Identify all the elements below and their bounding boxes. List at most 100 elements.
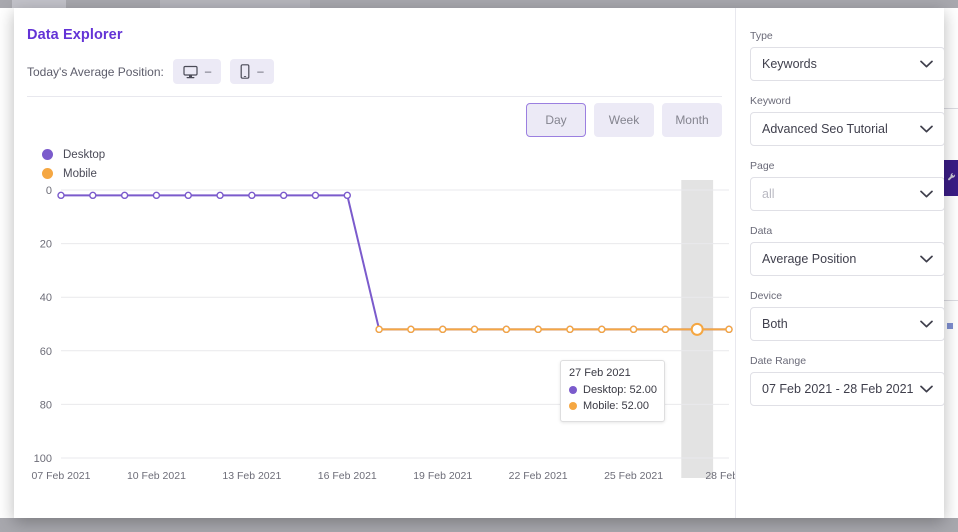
- chevron-down-icon: [919, 380, 933, 398]
- field-label: Page: [750, 160, 775, 172]
- background-divider: [944, 108, 958, 109]
- average-position-row: Today's Average Position: – –: [27, 59, 274, 84]
- mobile-average-stat: –: [230, 59, 274, 84]
- field-label: Data: [750, 225, 773, 237]
- type-select-value: Keywords: [762, 57, 817, 71]
- background-right-column: [944, 8, 958, 518]
- svg-text:28 Feb 20: 28 Feb 20: [705, 470, 735, 482]
- date-range-select[interactable]: 07 Feb 2021 - 28 Feb 2021: [750, 372, 944, 406]
- field-label: Date Range: [750, 355, 807, 367]
- background-divider: [944, 300, 958, 301]
- tooltip-color-swatch: [569, 402, 577, 410]
- page-select[interactable]: all: [750, 177, 944, 211]
- field-device: Device Both: [750, 290, 944, 341]
- chart-point: [690, 322, 704, 336]
- chart-point: [439, 325, 447, 334]
- mobile-icon: [240, 64, 250, 79]
- chart-point: [343, 191, 351, 200]
- field-keyword: Keyword Advanced Seo Tutorial: [750, 95, 944, 146]
- chart-point: [407, 325, 415, 334]
- chevron-down-icon: [919, 250, 933, 268]
- legend-label: Desktop: [63, 148, 106, 161]
- svg-text:20: 20: [40, 239, 52, 251]
- keyword-select[interactable]: Advanced Seo Tutorial: [750, 112, 944, 146]
- page-title: Data Explorer: [27, 27, 123, 43]
- header-divider: [27, 96, 722, 97]
- chart-point: [566, 325, 574, 334]
- svg-text:07 Feb 2021: 07 Feb 2021: [32, 470, 91, 482]
- period-button-day[interactable]: Day: [526, 103, 586, 137]
- svg-text:60: 60: [40, 346, 52, 358]
- tooltip-value: Desktop: 52.00: [583, 384, 657, 396]
- average-position-label: Today's Average Position:: [27, 64, 164, 79]
- chart-point: [248, 191, 256, 200]
- field-page: Page all: [750, 160, 944, 211]
- background-badge-icon: [947, 323, 953, 329]
- svg-text:25 Feb 2021: 25 Feb 2021: [604, 470, 663, 482]
- chart-point: [502, 325, 511, 334]
- chart-point: [598, 325, 606, 334]
- wrench-icon[interactable]: [944, 160, 958, 196]
- svg-text:19 Feb 2021: 19 Feb 2021: [413, 470, 472, 482]
- chart-point: [120, 191, 129, 200]
- field-type: Type Keywords: [750, 30, 944, 81]
- chevron-down-icon: [919, 185, 933, 203]
- chart-plot-area[interactable]: 0 20 40 60 80 100 07 Feb 2021 10 Feb 2021 13 Feb…: [14, 168, 735, 488]
- chart-tooltip: 27 Feb 2021 Desktop: 52.00 Mobile: 52.00: [560, 360, 665, 422]
- field-date-range: Date Range 07 Feb 2021 - 28 Feb 2021: [750, 355, 944, 406]
- chart-point: [629, 325, 638, 334]
- svg-text:13 Feb 2021: 13 Feb 2021: [222, 470, 281, 482]
- device-select-value: Both: [762, 317, 788, 331]
- svg-text:16 Feb 2021: 16 Feb 2021: [318, 470, 377, 482]
- field-label: Keyword: [750, 95, 791, 107]
- chart-point: [375, 325, 383, 334]
- tooltip-row-desktop: Desktop: 52.00: [569, 382, 657, 398]
- chart-point: [534, 325, 542, 334]
- period-button-week[interactable]: Week: [594, 103, 654, 137]
- svg-text:100: 100: [34, 453, 52, 465]
- legend-item-desktop[interactable]: Desktop: [42, 145, 105, 164]
- type-select[interactable]: Keywords: [750, 47, 944, 81]
- tooltip-color-swatch: [569, 386, 577, 394]
- page-select-value: all: [762, 187, 775, 201]
- period-button-month[interactable]: Month: [662, 103, 722, 137]
- desktop-average-value: –: [204, 65, 212, 78]
- line-chart-svg[interactable]: 0 20 40 60 80 100 07 Feb 2021 10 Feb 2021 13 Feb…: [14, 168, 735, 488]
- data-explorer-modal: Data Explorer Today's Average Position: …: [14, 8, 944, 518]
- desktop-average-stat: –: [172, 59, 222, 84]
- chart-point: [725, 325, 733, 334]
- chart-point: [470, 325, 479, 334]
- tooltip-row-mobile: Mobile: 52.00: [569, 398, 656, 414]
- device-select[interactable]: Both: [750, 307, 944, 341]
- chart-panel: Data Explorer Today's Average Position: …: [14, 8, 735, 518]
- data-select[interactable]: Average Position: [750, 242, 944, 276]
- chevron-down-icon: [919, 315, 933, 333]
- svg-text:80: 80: [40, 399, 52, 411]
- legend-color-swatch: [42, 149, 53, 160]
- field-label: Type: [750, 30, 773, 42]
- chevron-down-icon: [919, 55, 933, 73]
- chart-point: [279, 191, 288, 200]
- chart-point: [152, 191, 161, 200]
- svg-text:0: 0: [46, 185, 52, 197]
- data-select-value: Average Position: [762, 252, 857, 266]
- desktop-icon: [183, 65, 198, 79]
- filters-sidebar: Type Keywords Keyword Advanced Seo Tutor…: [735, 8, 944, 518]
- chart-line-desktop: [60, 194, 730, 331]
- tooltip-date: 27 Feb 2021: [569, 367, 631, 379]
- chart-point: [311, 191, 320, 200]
- svg-text:10 Feb 2021: 10 Feb 2021: [127, 470, 186, 482]
- period-toggle-group: Day Week Month: [526, 103, 722, 137]
- chart-point: [216, 191, 224, 200]
- chart-point: [184, 191, 192, 200]
- mobile-average-value: –: [257, 65, 264, 78]
- chart-point: [57, 191, 65, 200]
- date-range-select-value: 07 Feb 2021 - 28 Feb 2021: [762, 382, 914, 396]
- field-data: Data Average Position: [750, 225, 944, 276]
- chevron-down-icon: [919, 120, 933, 138]
- keyword-select-value: Advanced Seo Tutorial: [762, 122, 888, 136]
- chart-point: [89, 191, 97, 200]
- chart-point: [661, 325, 670, 334]
- tooltip-value: Mobile: 52.00: [583, 400, 650, 412]
- svg-text:40: 40: [40, 292, 52, 304]
